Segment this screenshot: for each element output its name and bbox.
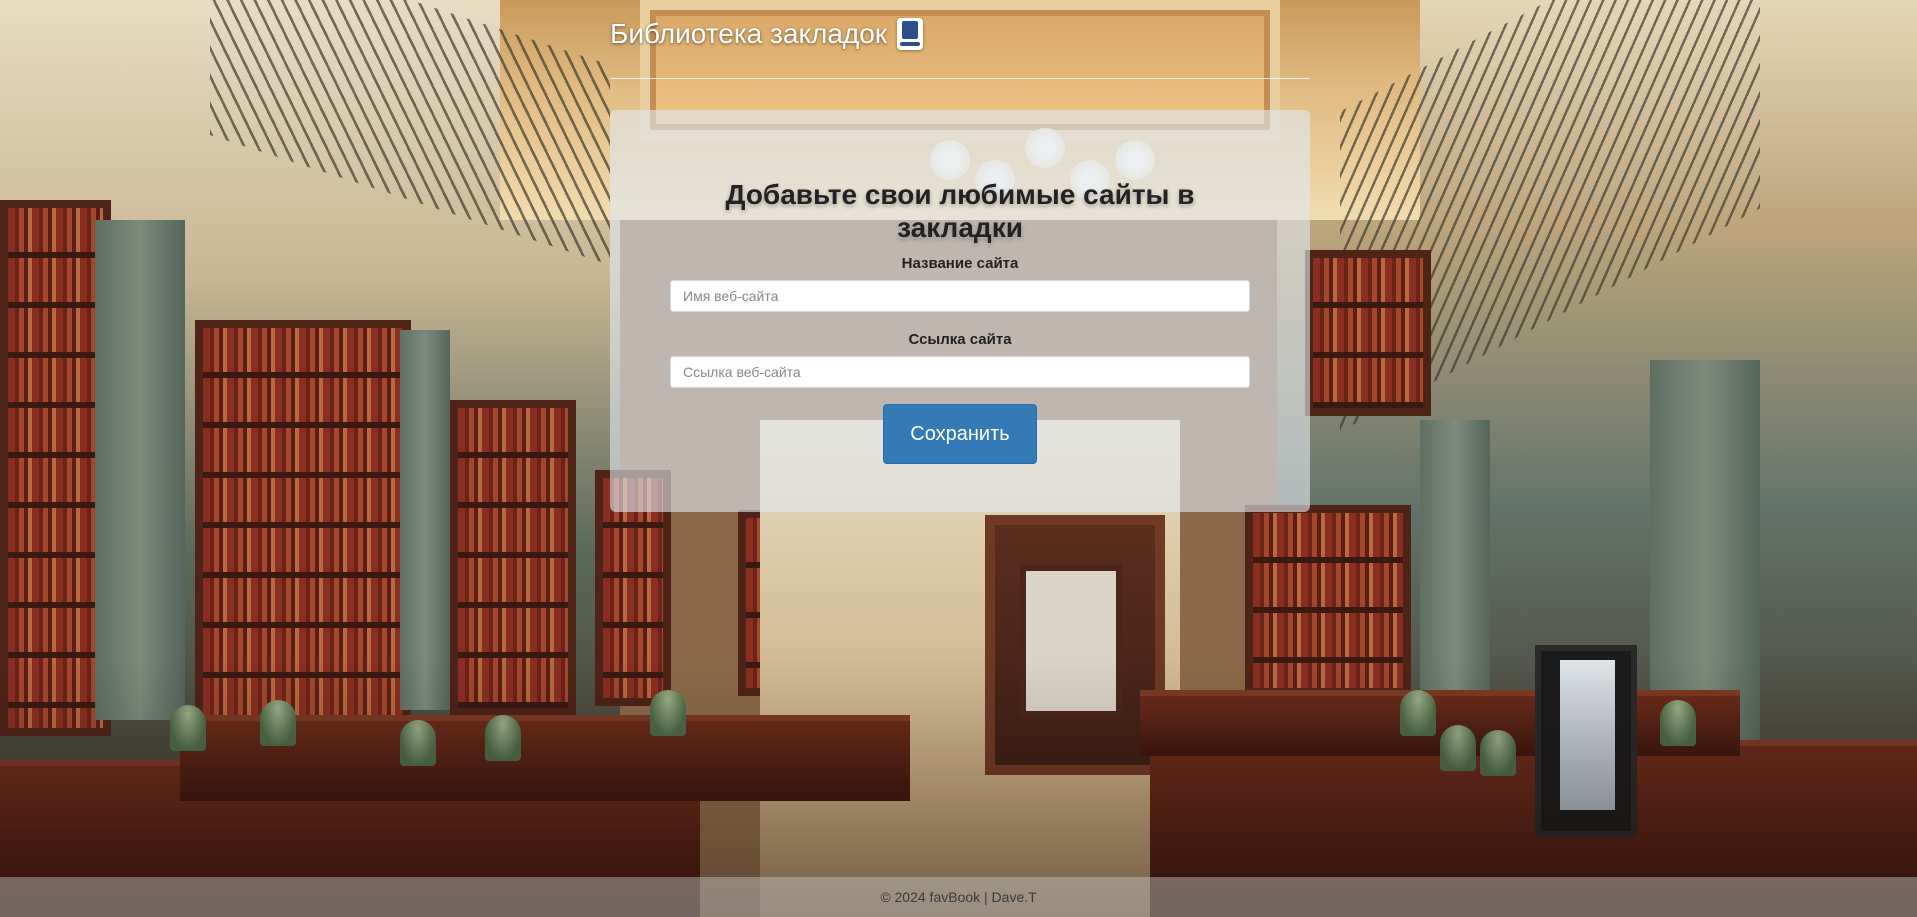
form-heading: Добавьте свои любимые сайты в закладки [725, 179, 1195, 243]
save-button[interactable]: Сохранить [883, 404, 1037, 464]
header-divider [610, 78, 1310, 79]
column [400, 330, 450, 710]
page-footer: © 2024 favBook | Dave.T [0, 877, 1917, 917]
brand: Библиотека закладок [610, 18, 1310, 50]
page-header: Библиотека закладок [610, 18, 1310, 50]
bookmark-form-card: Добавьте свои любимые сайты в закладки Н… [610, 110, 1310, 512]
bookmark-book-icon [897, 18, 924, 50]
site-url-label: Ссылка сайта [908, 331, 1012, 348]
site-name-input[interactable] [670, 280, 1250, 312]
column [95, 220, 185, 720]
footer-copyright: © 2024 favBook | Dave.T [880, 889, 1037, 905]
brand-title: Библиотека закладок [610, 18, 888, 49]
site-name-label: Название сайта [901, 255, 1019, 272]
site-url-input[interactable] [670, 356, 1250, 388]
bookshelf [1305, 250, 1431, 416]
